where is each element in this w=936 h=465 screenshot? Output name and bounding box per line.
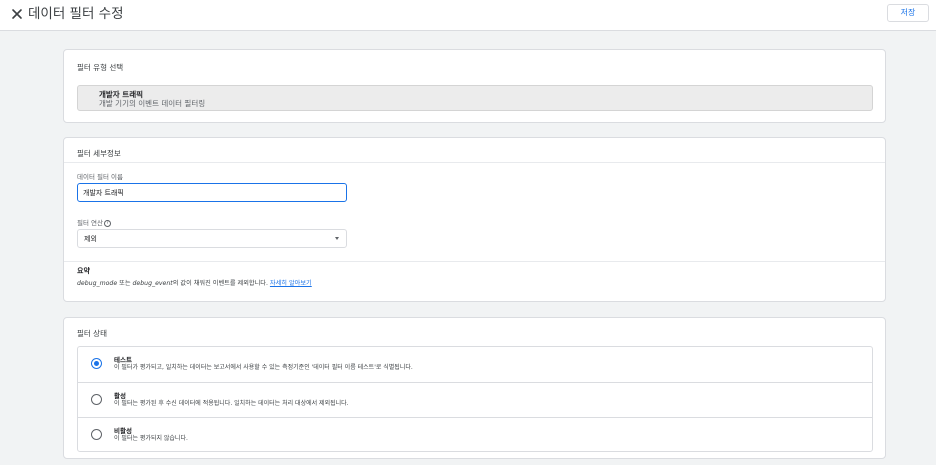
top-app-bar: 데이터 필터 수정 저장: [0, 0, 936, 31]
filter-operation-select[interactable]: 제외: [77, 229, 347, 248]
close-icon[interactable]: [9, 6, 25, 22]
filter-name-label: 데이터 필터 이름: [77, 173, 123, 181]
state-option-inactive[interactable]: 비활성 이 필터는 평가되지 않습니다.: [78, 417, 872, 452]
learn-more-link[interactable]: 자세히 알아보기: [270, 280, 312, 287]
filter-details-card: 필터 세부정보 데이터 필터 이름 필터 연산? 제외 요약 debug_mod…: [63, 137, 886, 302]
filter-details-heading: 필터 세부정보: [77, 149, 121, 158]
save-button[interactable]: 저장: [887, 4, 929, 22]
filter-operation-value: 제외: [84, 235, 97, 243]
filter-state-card: 필터 상태 테스트 이 필터가 평가되고, 일치하는 데이터는 보고서에서 사용…: [63, 317, 886, 459]
radio-button[interactable]: [91, 394, 102, 405]
dropdown-arrow-icon: [335, 237, 339, 240]
summary-param-debug-mode: debug_mode: [77, 280, 118, 287]
summary-param-debug-event: debug_event: [132, 280, 173, 287]
divider: [64, 261, 885, 262]
state-option-test[interactable]: 테스트 이 필터가 평가되고, 일치하는 데이터는 보고서에서 사용할 수 있는…: [78, 347, 872, 382]
filter-state-heading: 필터 상태: [77, 329, 107, 338]
state-option-active[interactable]: 활성 이 필터는 평가된 후 수신 데이터에 적용됩니다. 일치하는 데이터는 …: [78, 382, 872, 417]
page-title: 데이터 필터 수정: [28, 6, 124, 22]
filter-operation-label: 필터 연산?: [77, 217, 111, 227]
divider: [64, 162, 885, 163]
filter-state-radio-group: 테스트 이 필터가 평가되고, 일치하는 데이터는 보고서에서 사용할 수 있는…: [77, 346, 873, 452]
summary-text: debug_mode 또는 debug_event의 값이 채워진 이벤트를 제…: [77, 280, 312, 287]
radio-button[interactable]: [91, 429, 102, 440]
radio-button[interactable]: [91, 358, 102, 369]
summary-title: 요약: [77, 267, 90, 275]
filter-type-option[interactable]: 개발자 트래픽 개발 기기의 이벤트 데이터 필터링: [77, 85, 873, 111]
filter-type-description: 개발 기기의 이벤트 데이터 필터링: [99, 99, 206, 108]
filter-name-input[interactable]: [77, 183, 347, 202]
filter-type-heading: 필터 유형 선택: [77, 63, 124, 72]
help-icon[interactable]: ?: [104, 220, 111, 227]
filter-type-card: 필터 유형 선택 개발자 트래픽 개발 기기의 이벤트 데이터 필터링: [63, 49, 886, 123]
